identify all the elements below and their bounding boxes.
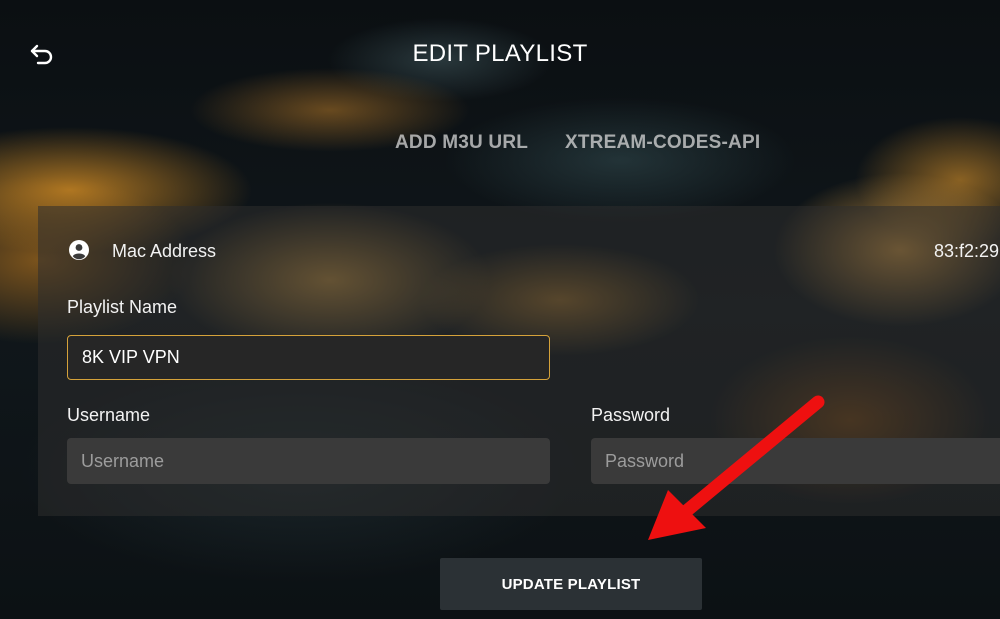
tab-add-m3u-url[interactable]: ADD M3U URL (395, 132, 528, 154)
playlist-name-input[interactable] (67, 335, 550, 380)
password-label: Password (591, 405, 671, 425)
mac-address-label: Mac Address (112, 241, 217, 261)
page-title: EDIT PLAYLIST (412, 40, 588, 67)
update-playlist-button[interactable]: UPDATE PLAYLIST (440, 558, 702, 610)
username-input[interactable] (67, 438, 550, 484)
username-label: Username (67, 405, 151, 425)
account-circle-icon (69, 240, 89, 260)
mac-address-value: 83:f2:29 (934, 241, 1000, 261)
password-input[interactable] (591, 438, 1000, 484)
playlist-name-label: Playlist Name (67, 297, 178, 317)
tab-xtream-codes-api[interactable]: XTREAM-CODES-API (565, 132, 760, 154)
